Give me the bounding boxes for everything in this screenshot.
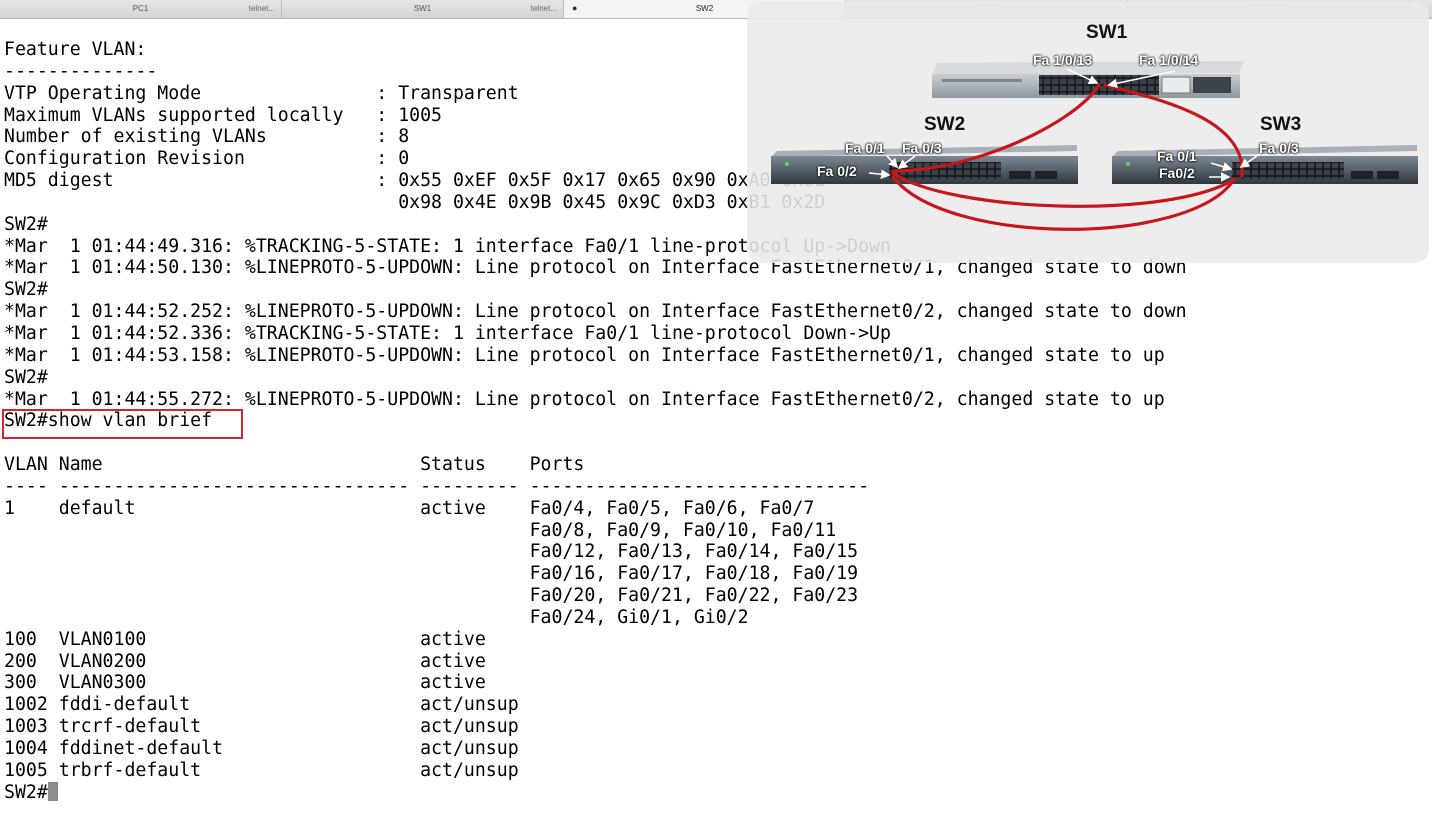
tab-label: SW1 — [413, 4, 432, 13]
terminal-line: 1003 trcrf-default act/unsup — [4, 716, 519, 738]
terminal-line: 300 VLAN0300 active — [4, 672, 486, 694]
terminal-line: SW2# — [4, 279, 48, 301]
sw1-port-fa1-0-13-label: Fa 1/0/13 — [1033, 52, 1093, 68]
terminal-line: Fa0/8, Fa0/9, Fa0/10, Fa0/11 — [4, 519, 837, 541]
terminal-line: *Mar 1 01:44:52.336: %TRACKING-5-STATE: … — [4, 322, 891, 344]
terminal-line: 1 default active Fa0/4, Fa0/5, Fa0/6, Fa… — [4, 497, 815, 519]
terminal-line: ---- -------------------------------- --… — [4, 475, 870, 497]
tab-sw1[interactable]: SW1 telnet... — [282, 0, 564, 18]
sw3-label: SW3 — [1260, 114, 1302, 135]
sw2-label: SW2 — [924, 114, 966, 135]
sw2-port-fa0-1-label: Fa 0/1 — [845, 140, 885, 156]
command-highlight-box — [2, 409, 243, 439]
terminal-line: *Mar 1 01:44:55.272: %LINEPROTO-5-UPDOWN… — [4, 388, 1165, 410]
terminal-line: VLAN Name Status Ports — [4, 454, 585, 476]
terminal-line: SW2# — [4, 366, 48, 388]
terminal-line: Fa0/16, Fa0/17, Fa0/18, Fa0/19 — [4, 563, 859, 585]
prompt-text: SW2# — [4, 781, 48, 803]
terminal-line: 1004 fddinet-default act/unsup — [4, 738, 519, 759]
terminal-line: Fa0/20, Fa0/21, Fa0/22, Fa0/23 — [4, 585, 859, 607]
sw3-port-block — [1232, 162, 1344, 179]
tab-pc1[interactable]: PC1 telnet... — [0, 0, 282, 18]
terminal-line: Fa0/12, Fa0/13, Fa0/14, Fa0/15 — [4, 541, 859, 563]
sw3-port-fa0-1-label: Fa 0/1 — [1157, 148, 1197, 164]
sw2-port-fa0-3-label: Fa 0/3 — [902, 140, 942, 156]
text-cursor — [47, 781, 58, 801]
tab-subtitle: telnet... — [530, 4, 557, 13]
terminal-line: *Mar 1 01:44:52.252: %LINEPROTO-5-UPDOWN… — [4, 301, 1187, 323]
tab-subtitle: telnet... — [248, 4, 275, 13]
sw3-port-fa0-3-label: Fa 0/3 — [1259, 140, 1299, 156]
cable-sw2-sw3-b — [891, 175, 1235, 231]
sw1-label: SW1 — [1086, 22, 1128, 43]
terminal-line: 1005 trbrf-default act/unsup — [4, 759, 519, 781]
terminal-prompt-line[interactable]: SW2# — [4, 781, 1187, 804]
terminal-line: 1002 fddi-default act/unsup — [4, 694, 519, 716]
sw2-port-fa0-2-label: Fa 0/2 — [817, 163, 857, 179]
sw1-port-fa1-0-14-label: Fa 1/0/14 — [1139, 52, 1199, 68]
topology-overlay: SW1 SW2 SW3 Fa 1/0/13 Fa 1/0/14 Fa 0/1 F… — [747, 1, 1429, 263]
terminal-line: 200 VLAN0200 active — [4, 650, 486, 672]
terminal-line: *Mar 1 01:44:53.158: %LINEPROTO-5-UPDOWN… — [4, 344, 1165, 366]
terminal-line: Fa0/24, Gi0/1, Gi0/2 — [4, 606, 749, 628]
terminal-line: 100 VLAN0100 active — [4, 628, 486, 650]
tab-label: PC1 — [132, 4, 149, 13]
sw3-port-fa0-2-label: Fa0/2 — [1159, 165, 1195, 181]
